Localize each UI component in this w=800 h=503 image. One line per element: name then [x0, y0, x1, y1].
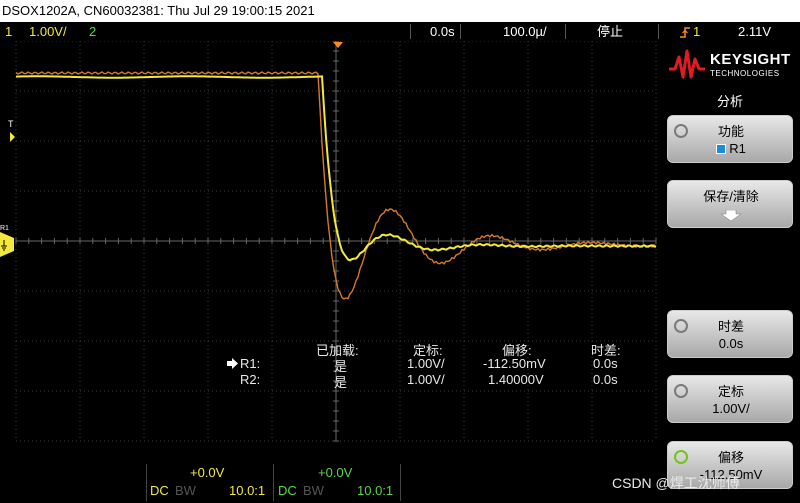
softkey-panel: KEYSIGHT TECHNOLOGIES 分析 功能 R1 保存/清除 时差 … — [660, 41, 800, 503]
channel-divider — [273, 464, 274, 501]
ch1-number[interactable]: 1 — [5, 22, 12, 41]
softkey-function[interactable]: 功能 R1 — [667, 115, 793, 163]
softkey-function-label: 功能 — [717, 124, 744, 139]
ch2-bw-limit[interactable]: BW — [303, 483, 324, 498]
ch1-coupling[interactable]: DC — [150, 483, 169, 498]
meas-r2-loaded: 是 — [334, 375, 348, 390]
meas-r1-delay: 0.0s — [593, 356, 618, 371]
waveform-graticule — [0, 41, 657, 442]
softkey-function-value-row: R1 — [668, 141, 794, 156]
softkey-delay-label: 时差 — [717, 319, 744, 334]
run-state[interactable]: 停止 — [597, 22, 623, 41]
meas-r2-name[interactable]: R2: — [240, 372, 260, 387]
screenshot-title-bar: DSOX1202A, CN60032381: Thu Jul 29 19:00:… — [0, 0, 800, 22]
meas-r1-name[interactable]: R1: — [240, 356, 260, 371]
timebase-scale[interactable]: 100.0µ/ — [503, 22, 547, 41]
trigger-source[interactable]: 1 — [693, 22, 700, 41]
csdn-watermark: CSDN @焊工沈师傅 — [612, 475, 740, 491]
ch1-ground-marker[interactable] — [0, 232, 14, 257]
ch2-coupling[interactable]: DC — [278, 483, 297, 498]
ref-marker-label: R1 — [0, 225, 9, 232]
brand-subtitle: TECHNOLOGIES — [710, 69, 780, 78]
ch1-bw-limit[interactable]: BW — [175, 483, 196, 498]
checkbox-icon[interactable] — [716, 144, 727, 154]
meas-r1-scale: 1.00V/ — [407, 356, 445, 371]
status-bar: 1 1.00V/ 2 0.0s 100.0µ/ 停止 1 2.11V — [0, 22, 800, 41]
softkey-scale-value: 1.00V/ — [712, 401, 750, 416]
waveform-display[interactable]: T R1 已加载: 定标: 偏移: 时差: R1: 是 1.00V/ -112.… — [0, 41, 660, 459]
ch2-number[interactable]: 2 — [89, 22, 96, 41]
softkey-offset-label: 偏移 — [717, 450, 744, 465]
channel-divider — [400, 464, 401, 501]
status-divider — [658, 24, 659, 39]
channel-divider — [146, 464, 147, 501]
meas-r2-scale: 1.00V/ — [407, 372, 445, 387]
trigger-position-marker[interactable] — [333, 42, 343, 48]
meas-r2-delay: 0.0s — [593, 372, 618, 387]
meas-r2-offset: 1.40000V — [488, 372, 544, 387]
softkey-function-value: R1 — [729, 141, 746, 156]
softkey-save-clear-label: 保存/清除 — [703, 189, 759, 204]
status-divider — [460, 24, 461, 39]
softkey-delay[interactable]: 时差 0.0s — [667, 310, 793, 358]
trigger-level[interactable]: 2.11V — [738, 22, 771, 41]
screenshot-title: DSOX1202A, CN60032381: Thu Jul 29 19:00:… — [2, 3, 315, 18]
status-divider — [410, 24, 411, 39]
meas-r1-offset: -112.50mV — [483, 356, 546, 371]
softkey-delay-value: 0.0s — [718, 336, 744, 351]
ch2-probe-ratio[interactable]: 10.0:1 — [357, 483, 393, 498]
submenu-arrow-icon — [720, 209, 742, 227]
softkey-scale[interactable]: 定标 1.00V/ — [667, 375, 793, 423]
softkey-save-clear[interactable]: 保存/清除 — [667, 180, 793, 228]
trigger-level-label: T — [8, 119, 14, 129]
channel-info-bar: +0.0V DC BW 10.0:1 +0.0V DC BW 10.0:1 — [0, 462, 660, 503]
ch1-offset[interactable]: +0.0V — [190, 465, 224, 480]
status-divider — [565, 24, 566, 39]
keysight-wave-icon — [669, 49, 705, 79]
ch2-offset[interactable]: +0.0V — [318, 465, 352, 480]
ch1-scale[interactable]: 1.00V/ — [29, 22, 67, 41]
trigger-level-marker[interactable] — [10, 132, 15, 142]
softkey-scale-label: 定标 — [717, 384, 744, 399]
ch1-probe-ratio[interactable]: 10.0:1 — [229, 483, 265, 498]
brand-name: KEYSIGHT — [710, 51, 791, 68]
timebase-delay[interactable]: 0.0s — [430, 22, 455, 41]
menu-title: 分析 — [716, 94, 743, 109]
keysight-logo: KEYSIGHT TECHNOLOGIES — [668, 45, 794, 89]
